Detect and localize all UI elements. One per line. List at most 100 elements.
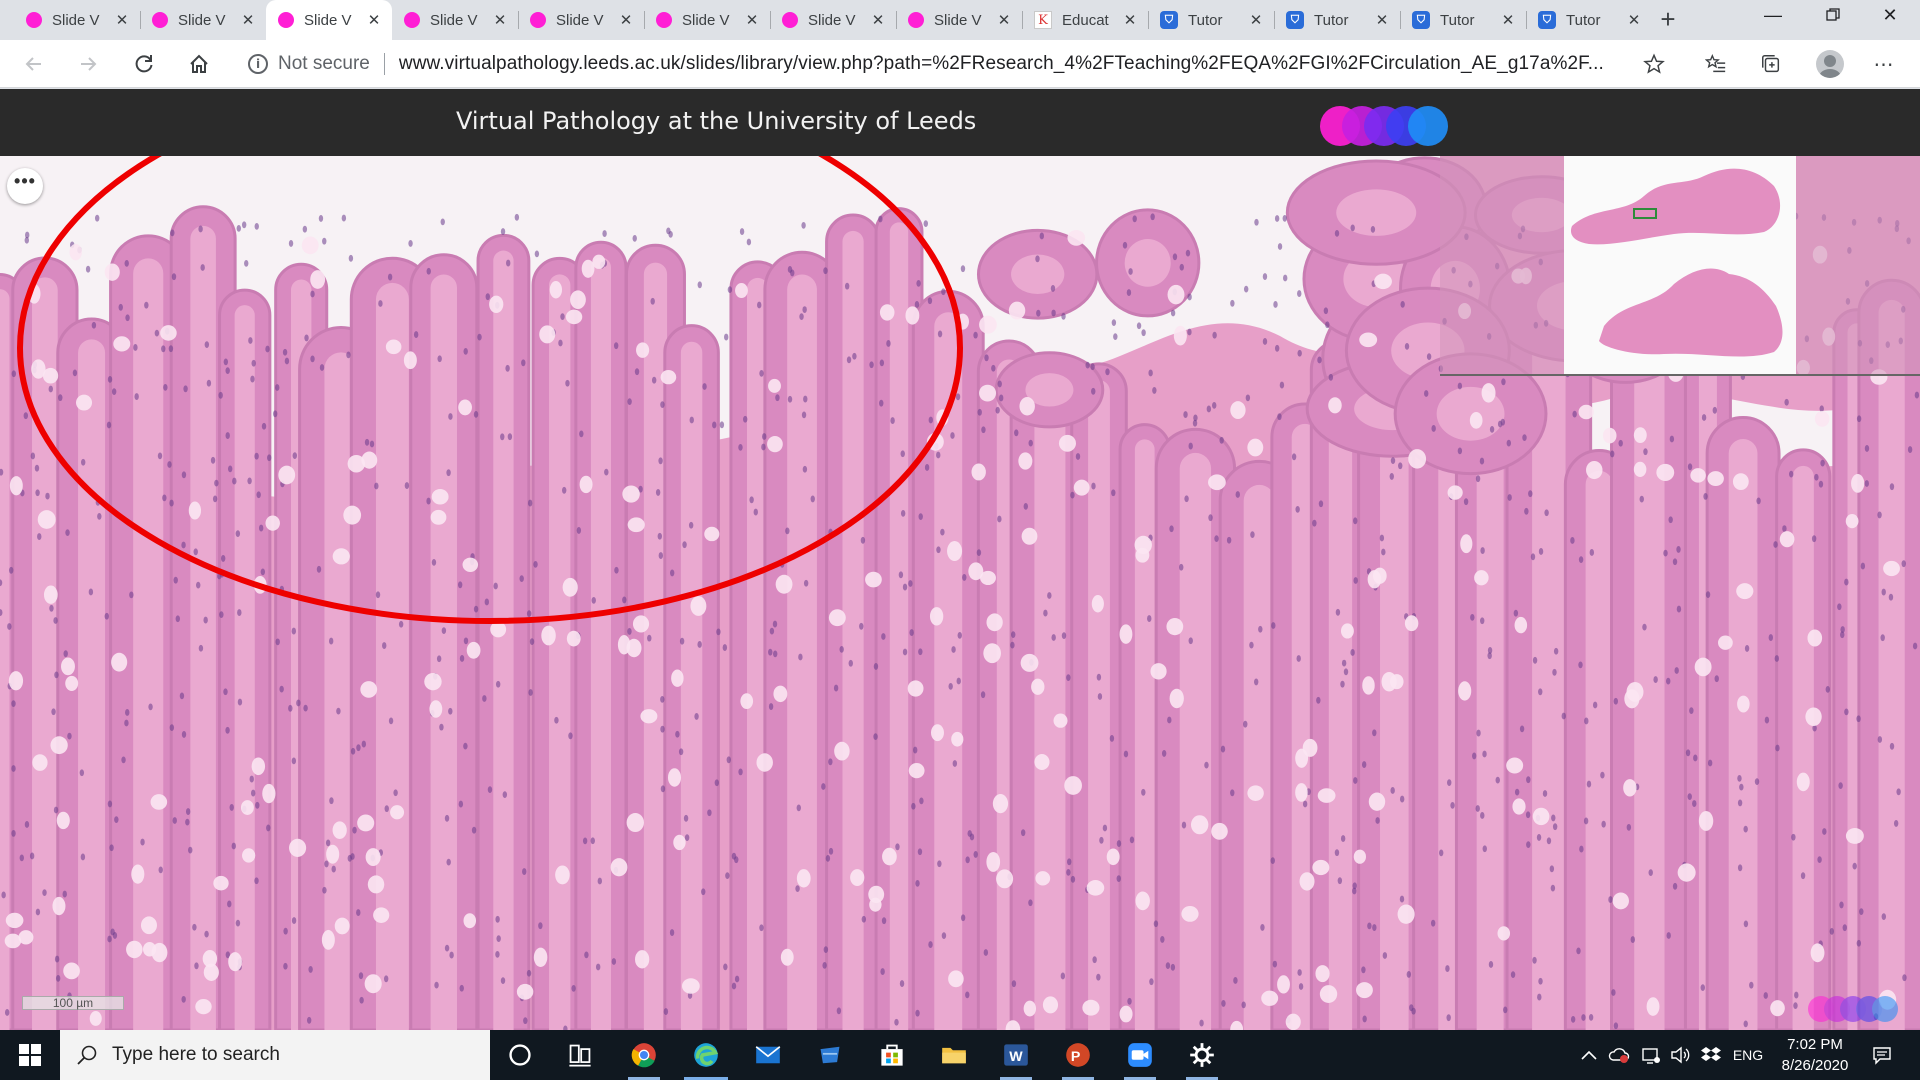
store-taskbar-button[interactable] bbox=[864, 1030, 920, 1080]
minimize-button[interactable]: — bbox=[1745, 0, 1801, 32]
close-tab-icon[interactable]: ✕ bbox=[114, 11, 130, 29]
language-indicator[interactable]: ENG bbox=[1728, 1030, 1768, 1080]
nucleus bbox=[436, 655, 442, 663]
browser-tab[interactable]: ⛉ Tutor ✕ bbox=[1148, 0, 1274, 40]
onedrive-taskbar-button[interactable] bbox=[802, 1030, 858, 1080]
network-tray-icon[interactable] bbox=[1636, 1030, 1666, 1080]
browser-tab[interactable]: Slide V ✕ bbox=[896, 0, 1022, 40]
nucleus bbox=[1279, 381, 1285, 389]
edge-taskbar-button[interactable] bbox=[678, 1030, 734, 1080]
restore-button[interactable] bbox=[1805, 0, 1861, 32]
goblet-cell bbox=[104, 263, 120, 281]
close-tab-icon[interactable]: ✕ bbox=[366, 11, 382, 29]
close-tab-icon[interactable]: ✕ bbox=[1248, 11, 1264, 29]
close-tab-icon[interactable]: ✕ bbox=[492, 11, 508, 29]
leeds-logo[interactable] bbox=[1320, 106, 1460, 146]
nucleus bbox=[54, 671, 59, 679]
info-icon[interactable]: i bbox=[248, 54, 268, 74]
nucleus bbox=[1912, 642, 1918, 650]
more-menu-button[interactable]: ⋯ bbox=[1868, 48, 1900, 80]
notifications-button[interactable] bbox=[1862, 1030, 1902, 1080]
close-tab-icon[interactable]: ✕ bbox=[1122, 11, 1138, 29]
volume-tray-icon[interactable] bbox=[1666, 1030, 1696, 1080]
browser-tab[interactable]: Slide V ✕ bbox=[392, 0, 518, 40]
favorites-button[interactable] bbox=[1700, 48, 1732, 80]
settings-taskbar-button[interactable] bbox=[1174, 1030, 1230, 1080]
start-button[interactable] bbox=[0, 1030, 60, 1080]
nucleus bbox=[1630, 936, 1635, 943]
address-bar[interactable]: i Not secure www.virtualpathology.leeds.… bbox=[248, 46, 1678, 82]
nucleus bbox=[206, 379, 212, 387]
taskbar-search-box[interactable]: Type here to search bbox=[60, 1030, 490, 1080]
security-status[interactable]: Not secure bbox=[278, 53, 370, 75]
slide-viewer[interactable]: ••• 100 µm bbox=[0, 156, 1920, 1030]
powerpoint-taskbar-button[interactable]: P bbox=[1050, 1030, 1106, 1080]
browser-tab[interactable]: Slide V ✕ bbox=[140, 0, 266, 40]
nucleus bbox=[1212, 331, 1217, 339]
nucleus bbox=[1096, 673, 1102, 681]
file-explorer-taskbar-button[interactable] bbox=[926, 1030, 982, 1080]
navigator-viewport-rect[interactable] bbox=[1633, 208, 1657, 219]
profile-avatar[interactable] bbox=[1816, 50, 1844, 78]
slide-navigator[interactable] bbox=[1440, 156, 1920, 376]
browser-tab[interactable]: Slide V ✕ bbox=[14, 0, 140, 40]
nucleus bbox=[1199, 1019, 1204, 1027]
forward-button[interactable] bbox=[72, 48, 104, 80]
nucleus bbox=[1312, 519, 1317, 527]
close-tab-icon[interactable]: ✕ bbox=[1500, 11, 1516, 29]
task-view-taskbar-button[interactable] bbox=[552, 1030, 608, 1080]
navigator-thumbnail[interactable] bbox=[1564, 156, 1796, 374]
mail-taskbar-button[interactable] bbox=[740, 1030, 796, 1080]
home-button[interactable] bbox=[183, 48, 215, 80]
close-tab-icon[interactable]: ✕ bbox=[870, 11, 886, 29]
url-text[interactable]: www.virtualpathology.leeds.ac.uk/slides/… bbox=[399, 53, 1604, 75]
close-tab-icon[interactable]: ✕ bbox=[1374, 11, 1390, 29]
nucleus bbox=[924, 464, 930, 471]
viewer-menu-button[interactable]: ••• bbox=[7, 168, 43, 204]
taskbar-clock[interactable]: 7:02 PM 8/26/2020 bbox=[1768, 1034, 1862, 1076]
goblet-cell bbox=[1646, 997, 1660, 1016]
close-tab-icon[interactable]: ✕ bbox=[996, 11, 1012, 29]
goblet-cell bbox=[1481, 383, 1496, 403]
close-tab-icon[interactable]: ✕ bbox=[618, 11, 634, 29]
back-button[interactable] bbox=[18, 48, 50, 80]
nucleus bbox=[1381, 548, 1386, 556]
goblet-cell bbox=[1633, 461, 1647, 477]
new-tab-button[interactable]: + bbox=[1652, 4, 1684, 36]
zoom-taskbar-button[interactable] bbox=[1112, 1030, 1168, 1080]
nucleus bbox=[772, 620, 778, 628]
browser-tab[interactable]: Slide V ✕ bbox=[266, 0, 392, 40]
show-hidden-icons-button[interactable] bbox=[1576, 1030, 1602, 1080]
chrome-taskbar-button[interactable] bbox=[616, 1030, 672, 1080]
browser-tab[interactable]: K Educat ✕ bbox=[1022, 0, 1148, 40]
browser-tab[interactable]: ⛉ Tutor ✕ bbox=[1274, 0, 1400, 40]
browser-tab[interactable]: Slide V ✕ bbox=[770, 0, 896, 40]
dropbox-tray-icon[interactable] bbox=[1696, 1030, 1726, 1080]
favorite-star-button[interactable] bbox=[1638, 48, 1670, 80]
nucleus bbox=[426, 267, 431, 275]
nucleus bbox=[1793, 1002, 1798, 1009]
close-tab-icon[interactable]: ✕ bbox=[1626, 11, 1642, 29]
nucleus bbox=[1272, 960, 1278, 968]
cortana-taskbar-button[interactable] bbox=[492, 1030, 548, 1080]
nucleus bbox=[1250, 531, 1255, 539]
browser-tab[interactable]: Slide V ✕ bbox=[644, 0, 770, 40]
reload-button[interactable] bbox=[128, 48, 160, 80]
nucleus bbox=[473, 605, 479, 613]
close-window-button[interactable]: ✕ bbox=[1862, 0, 1918, 32]
security-tray-icon[interactable] bbox=[1604, 1030, 1634, 1080]
close-tab-icon[interactable]: ✕ bbox=[744, 11, 760, 29]
nucleus bbox=[439, 723, 444, 731]
close-tab-icon[interactable]: ✕ bbox=[240, 11, 256, 29]
browser-tab[interactable]: Slide V ✕ bbox=[518, 0, 644, 40]
goblet-cell bbox=[360, 681, 378, 698]
goblet-cell bbox=[1732, 473, 1749, 491]
nucleus bbox=[1099, 836, 1104, 844]
browser-tab[interactable]: ⛉ Tutor ✕ bbox=[1400, 0, 1526, 40]
nucleus bbox=[1668, 516, 1673, 524]
word-taskbar-button[interactable]: W bbox=[988, 1030, 1044, 1080]
nucleus bbox=[1050, 285, 1056, 292]
collections-button[interactable] bbox=[1755, 48, 1787, 80]
goblet-cell bbox=[1019, 397, 1035, 416]
browser-tab[interactable]: ⛉ Tutor ✕ bbox=[1526, 0, 1652, 40]
